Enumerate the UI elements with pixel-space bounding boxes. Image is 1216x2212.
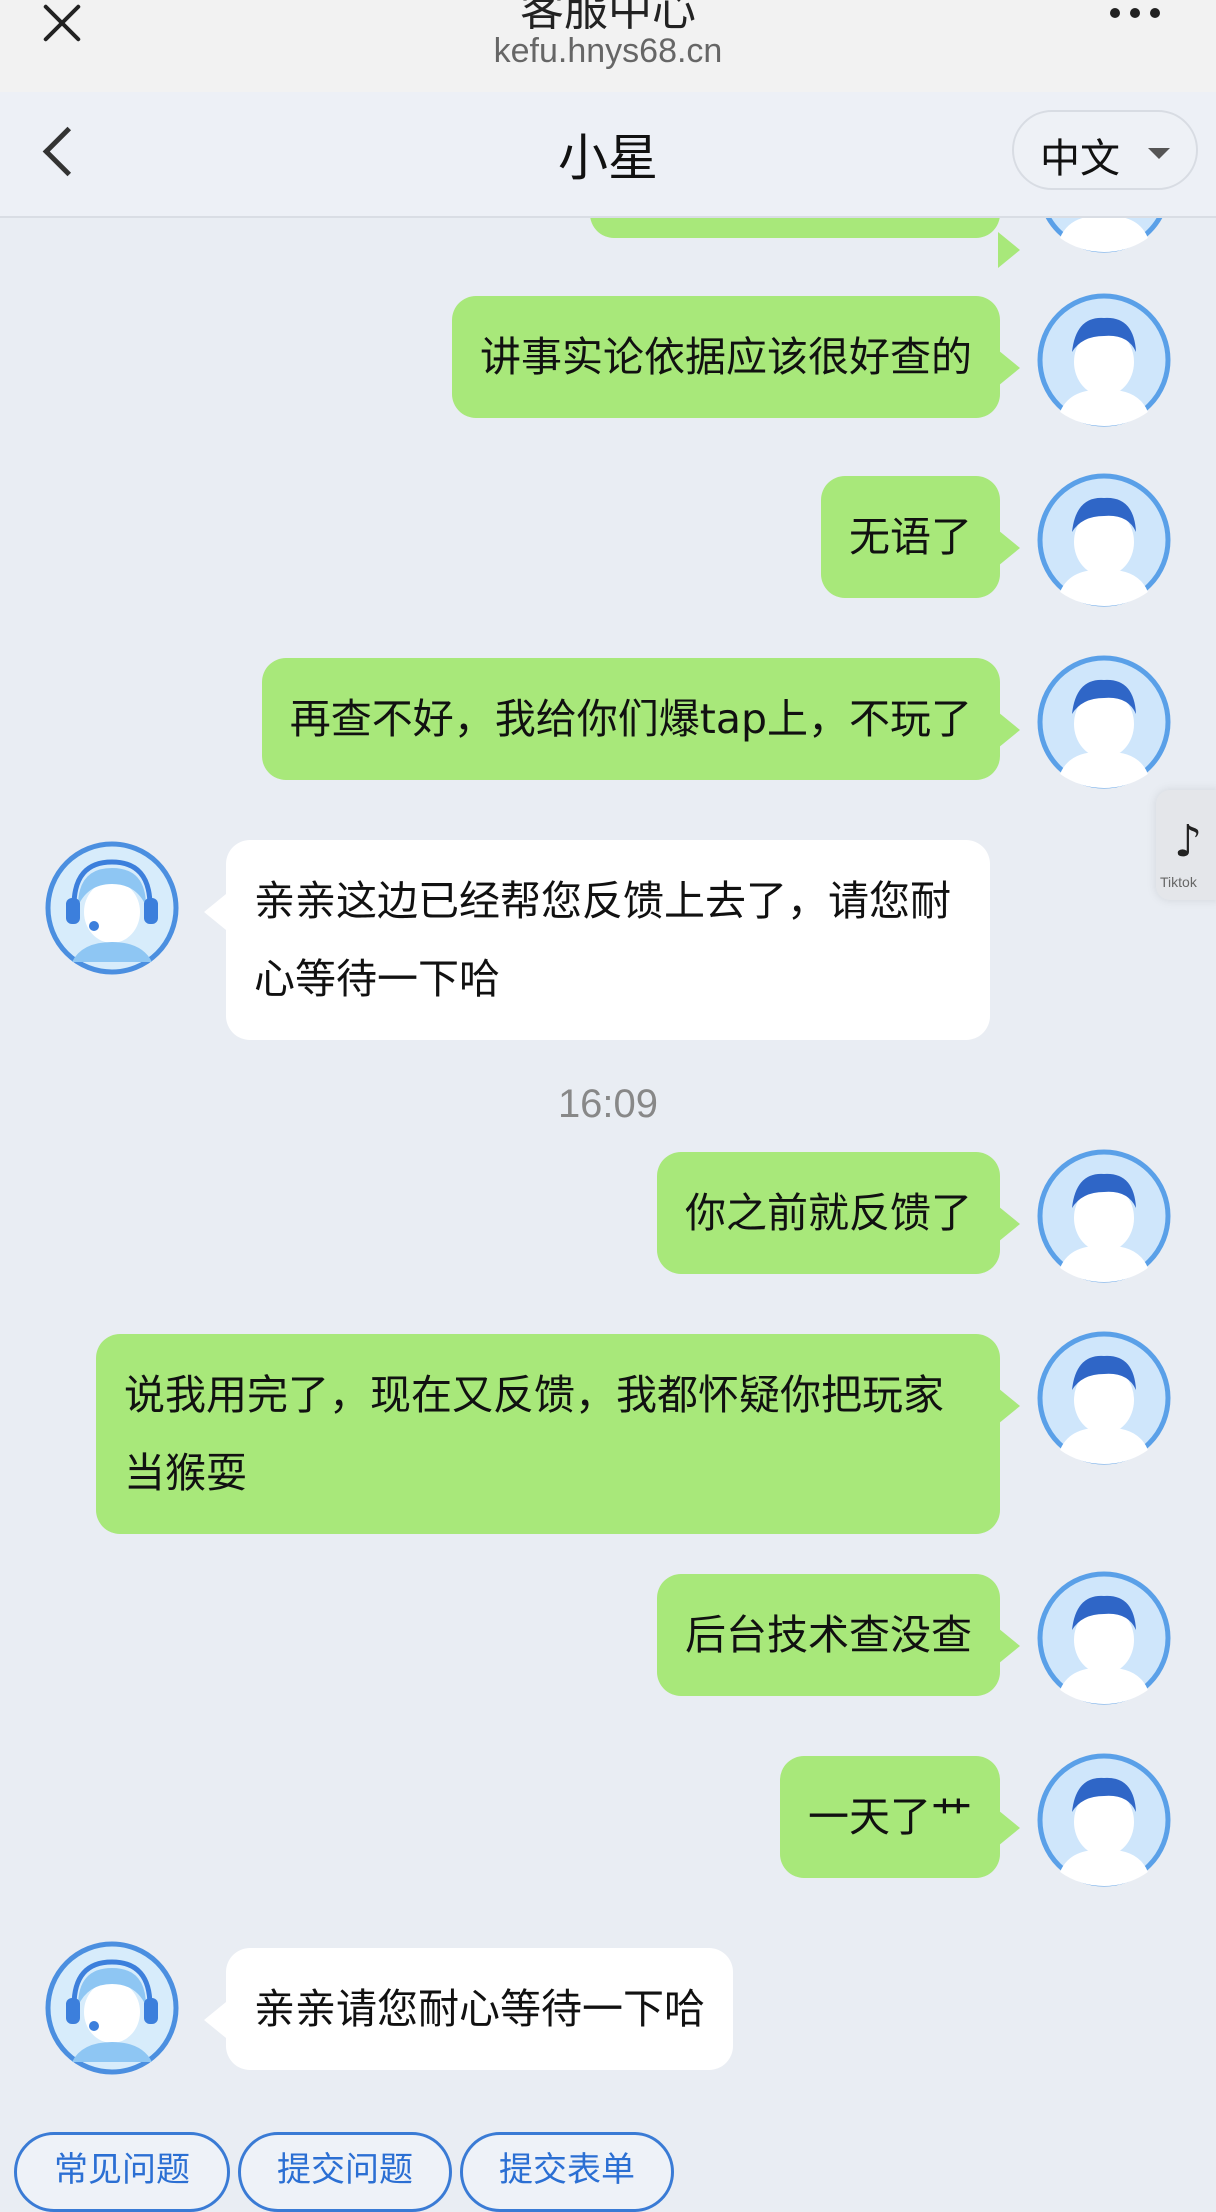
chat-message-list[interactable]: 讲事实论依据应该很好查的 无语了 再查不好，我给你们爆tap上，不玩了 亲亲这边… [0,218,1216,2128]
message-timestamp: 16:09 [557,1082,659,1126]
message-bubble-user: 后台技术查没查 [657,1574,1020,1696]
message-bubble-agent: 亲亲这边已经帮您反馈上去了，请您耐心等待一下哈 [204,840,990,1040]
tiktok-badge-label: Tiktok [1160,874,1197,890]
more-options-icon[interactable] [1110,8,1160,18]
faq-button[interactable]: 常见问题 [14,2132,230,2212]
user-avatar [1036,292,1172,428]
user-avatar [1036,218,1172,254]
language-select[interactable]: 中文 [1012,110,1198,190]
music-note-icon: ♪ [1174,816,1203,867]
chat-header: 小星 中文 [0,92,1216,218]
page-url: kefu.hnys68.cn [493,32,723,70]
message-bubble-user: 说我用完了，现在又反馈，我都怀疑你把玩家当猴耍 [96,1334,1020,1534]
message-bubble-user: 无语了 [821,476,1020,598]
user-avatar [1036,1330,1172,1466]
message-bubble-user-partial [590,218,1020,268]
submit-question-button[interactable]: 提交问题 [238,2132,452,2212]
agent-avatar [44,1940,180,2076]
user-avatar [1036,654,1172,790]
tiktok-floating-badge[interactable]: ♪ Tiktok [1156,790,1216,900]
agent-avatar [44,840,180,976]
caret-down-icon [1148,148,1170,159]
user-avatar [1036,1752,1172,1888]
submit-form-button[interactable]: 提交表单 [460,2132,674,2212]
browser-top-bar: 客服中心 kefu.hnys68.cn [0,0,1216,92]
message-bubble-user: 再查不好，我给你们爆tap上，不玩了 [261,658,1021,780]
message-bubble-user: 一天了艹 [780,1756,1020,1878]
quick-action-bar: 常见问题 提交问题 提交表单 [0,2128,1216,2212]
user-avatar [1036,1148,1172,1284]
message-bubble-agent: 亲亲请您耐心等待一下哈 [204,1948,733,2070]
user-avatar [1036,472,1172,608]
message-bubble-user: 你之前就反馈了 [657,1152,1020,1274]
language-value: 中文 [1040,136,1120,182]
message-bubble-user: 讲事实论依据应该很好查的 [452,296,1020,418]
user-avatar [1036,1570,1172,1706]
